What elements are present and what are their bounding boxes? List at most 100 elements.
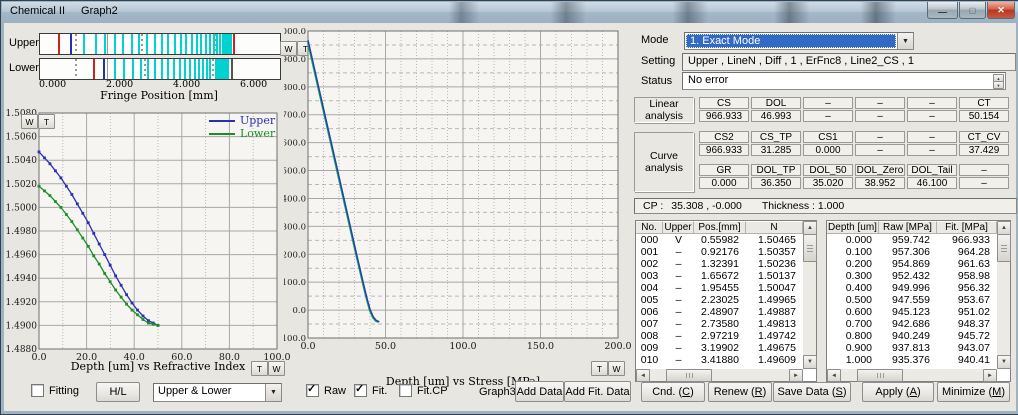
scroll-left-icon: ◄ [831, 373, 837, 379]
vertical-scrollbar[interactable]: ▲▼ [803, 221, 816, 369]
svg-text:400.0: 400.0 [284, 194, 306, 204]
fitting-checkbox[interactable]: Fitting [31, 384, 79, 397]
checkbox-icon[interactable]: ✓ [354, 384, 367, 397]
hl-button[interactable]: H/L [96, 382, 140, 402]
fringe-data-table[interactable]: No.UpperPos.[mm]N000V0.559821.50465001–0… [635, 220, 817, 382]
checkbox-icon[interactable] [31, 384, 44, 397]
t-button[interactable]: T [251, 361, 268, 376]
fringe-strip-lower[interactable] [39, 58, 281, 80]
table-cell: 005 [636, 294, 663, 306]
scroll-up-button[interactable]: ▲ [997, 221, 1011, 235]
fit-checkbox[interactable]: ✓Fit. [354, 384, 387, 397]
fitcp-checkbox[interactable]: Fit.CP [399, 384, 448, 397]
scrollbar-thumb[interactable] [857, 369, 903, 382]
table-row[interactable]: 004–1.954551.50047 [636, 282, 803, 294]
mode-dropdown[interactable]: 1. Exact Mode ▼ [684, 32, 914, 50]
title-bar[interactable]: Chemical II Graph2 — ▢ ✕ [2, 2, 1018, 23]
table-row[interactable]: 0.100957.306964.28 [827, 246, 997, 258]
legend-entry: Upper [209, 114, 275, 127]
t-button[interactable]: T [38, 114, 55, 129]
table-row[interactable]: 010–3.418801.49609 [636, 354, 803, 366]
fringe-line [200, 34, 202, 54]
column-header[interactable]: Depth [um] [827, 221, 879, 234]
spinner-down-icon[interactable]: ▼ [993, 81, 1004, 89]
table-row[interactable]: 008–2.972191.49742 [636, 330, 803, 342]
chevron-down-icon[interactable]: ▼ [897, 33, 913, 49]
t-button[interactable]: T [591, 361, 608, 376]
scroll-left-button[interactable]: ◄ [827, 369, 841, 382]
fringe-line [70, 34, 72, 54]
renew-button[interactable]: Renew (R) [708, 382, 772, 402]
table-row[interactable]: 0.300952.432958.98 [827, 270, 997, 282]
table-row[interactable]: 003–1.656721.50137 [636, 270, 803, 282]
close-button[interactable]: ✕ [987, 2, 1015, 19]
table-cell: 947.559 [879, 294, 937, 306]
scroll-up-button[interactable]: ▲ [803, 221, 817, 235]
w-button[interactable]: W [268, 361, 285, 376]
checkbox-icon[interactable]: ✓ [306, 384, 319, 397]
w-button[interactable]: W [608, 361, 625, 376]
window-controls: — ▢ ✕ [926, 2, 1015, 19]
minimize-button[interactable]: — [927, 2, 958, 19]
scrollbar-thumb[interactable] [803, 234, 817, 262]
scroll-down-button[interactable]: ▼ [997, 355, 1011, 369]
checkbox-icon[interactable] [399, 384, 412, 397]
stress-data-table[interactable]: Depth [um]Raw [MPa]Fit. [MPa]0.000959.74… [826, 220, 1011, 382]
cnd-button[interactable]: Cnd. (C) [641, 382, 705, 402]
add-data-button[interactable]: Add Data [515, 381, 564, 402]
vertical-scrollbar[interactable]: ▲▼ [997, 221, 1010, 369]
table-row[interactable]: 001–0.921761.50357 [636, 246, 803, 258]
table-row[interactable]: 006–2.489071.49887 [636, 306, 803, 318]
apply-button[interactable]: Apply (A) [862, 382, 934, 402]
table-row[interactable]: 0.200954.869961.63 [827, 258, 997, 270]
scroll-left-button[interactable]: ◄ [636, 369, 650, 382]
table-row[interactable]: 0.000959.742966.933 [827, 234, 997, 246]
column-header[interactable]: Pos.[mm] [694, 221, 746, 234]
table-row[interactable]: 0.500947.559953.67 [827, 294, 997, 306]
table-row[interactable]: 0.700942.686948.37 [827, 318, 997, 330]
horizontal-scrollbar[interactable]: ◄► [636, 369, 803, 381]
minimize-button[interactable]: Minimize (M) [937, 382, 1010, 402]
horizontal-scrollbar[interactable]: ◄► [827, 369, 997, 381]
table-row[interactable]: 1.000935.376940.41 [827, 354, 997, 366]
stress-chart-canvas[interactable]: 1000.0900.0800.0700.0600.0500.0400.0300.… [284, 23, 634, 379]
column-header[interactable]: No. [636, 221, 663, 234]
column-header[interactable]: N [746, 221, 803, 234]
scroll-right-button[interactable]: ► [789, 369, 803, 382]
table-row[interactable]: 0.400949.996956.32 [827, 282, 997, 294]
table-cell: 953.67 [937, 294, 997, 306]
table-row[interactable]: 005–2.230251.49965 [636, 294, 803, 306]
table-row[interactable]: 009–3.199021.49675 [636, 342, 803, 354]
analysis-value-cell: 50.154 [959, 110, 1009, 122]
fringe-strip-upper[interactable] [39, 33, 281, 55]
column-header[interactable]: Upper [663, 221, 694, 234]
table-cell: 1.100 [827, 366, 879, 368]
fringe-line [161, 59, 163, 79]
table-row[interactable]: 011–3.629881.49545 [636, 366, 803, 368]
index-chart-title: Depth [um] vs Refractive Index [39, 360, 277, 373]
series-select-dropdown[interactable]: Upper & Lower ▼ [153, 383, 282, 402]
table-row[interactable]: 007–2.735801.49813 [636, 318, 803, 330]
status-field[interactable]: No error ▲ ▼ [682, 72, 1006, 90]
table-row[interactable]: 1.100932.940937.76 [827, 366, 997, 368]
w-button[interactable]: W [21, 114, 38, 129]
column-header[interactable]: Raw [MPa] [879, 221, 937, 234]
maximize-button[interactable]: ▢ [959, 2, 986, 19]
column-header[interactable]: Fit. [MPa] [937, 221, 997, 234]
table-row[interactable]: 0.900937.813943.07 [827, 342, 997, 354]
scrollbar-thumb[interactable] [997, 234, 1011, 262]
table-row[interactable]: 000V0.559821.50465 [636, 234, 803, 246]
analysis-header-cell: DOL [751, 97, 801, 109]
scrollbar-thumb[interactable] [666, 369, 712, 382]
analysis-value-cell: 36.350 [751, 177, 801, 189]
curve-analysis-label: Curve analysis [634, 132, 694, 192]
chevron-down-icon[interactable]: ▼ [265, 384, 281, 401]
save-button[interactable]: Save Data (S) [773, 382, 851, 402]
table-row[interactable]: 0.600945.123951.02 [827, 306, 997, 318]
table-row[interactable]: 0.800940.249945.72 [827, 330, 997, 342]
add-fit-data-button[interactable]: Add Fit. Data [564, 381, 631, 402]
table-row[interactable]: 002–1.323911.50236 [636, 258, 803, 270]
scroll-down-button[interactable]: ▼ [803, 355, 817, 369]
scroll-right-button[interactable]: ► [983, 369, 997, 382]
raw-checkbox[interactable]: ✓Raw [306, 384, 346, 397]
